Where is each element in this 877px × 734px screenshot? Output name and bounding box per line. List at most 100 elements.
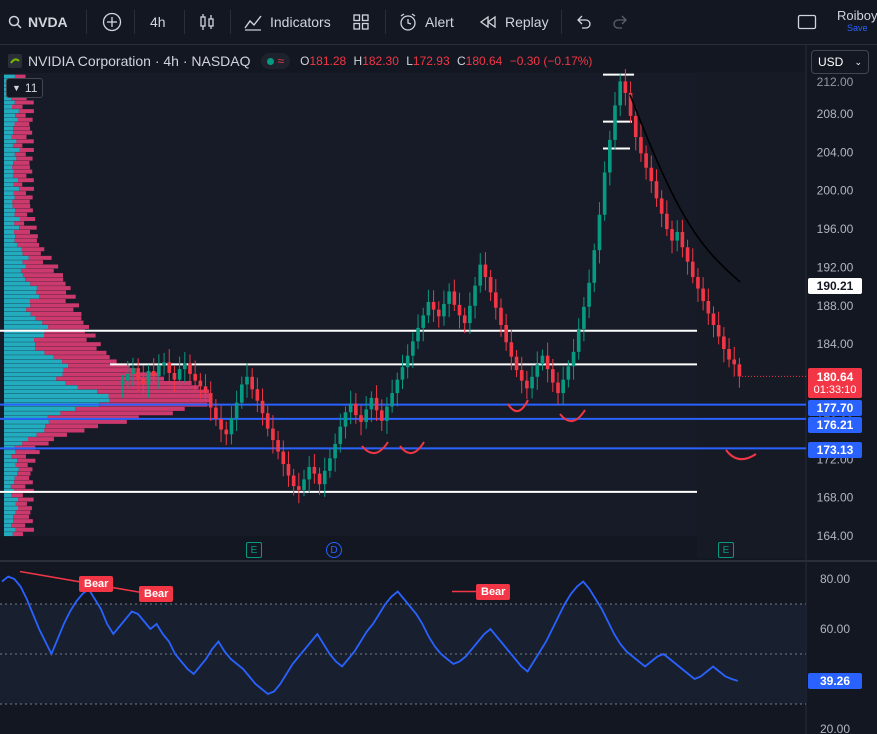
volume-bar-down bbox=[13, 130, 33, 135]
volume-bar-down bbox=[29, 299, 66, 304]
volume-bar-down bbox=[15, 510, 31, 515]
volume-bar-up bbox=[4, 514, 14, 519]
volume-bar-down bbox=[16, 156, 33, 161]
chart-canvas[interactable]: 208.00 204.00 200.00 196.00 192.00 188.00 184.… bbox=[0, 0, 877, 734]
candle-body bbox=[125, 373, 130, 381]
volume-bar-down bbox=[17, 458, 36, 463]
volume-bar-down bbox=[18, 506, 32, 511]
candle-body bbox=[493, 292, 498, 308]
price-tick-label: 168.00 bbox=[817, 491, 854, 505]
candle-body bbox=[395, 379, 400, 394]
volume-bar-up bbox=[4, 428, 45, 433]
candle-body bbox=[219, 418, 223, 430]
candle-body bbox=[120, 380, 125, 385]
volume-bar-up bbox=[4, 450, 16, 455]
candle-body bbox=[690, 261, 695, 278]
candle-body bbox=[405, 355, 410, 368]
candle-body bbox=[644, 153, 648, 168]
candle-body bbox=[613, 105, 617, 140]
candle-body bbox=[141, 378, 146, 385]
ma-price-label: 190.21 bbox=[808, 278, 862, 294]
candle-body bbox=[146, 371, 151, 385]
volume-bar-down bbox=[53, 355, 110, 360]
level2-label: 176.21 bbox=[808, 417, 862, 433]
candle-body bbox=[162, 362, 166, 366]
volume-bar-down bbox=[14, 475, 30, 480]
volume-bar-up bbox=[4, 195, 15, 200]
volume-bar-down bbox=[14, 122, 30, 127]
volume-bar-down bbox=[14, 480, 33, 485]
dividend-marker[interactable]: D bbox=[326, 542, 342, 558]
volume-bar-up bbox=[4, 191, 14, 196]
currency-select[interactable]: USD ⌄ bbox=[811, 50, 869, 74]
volume-bar-up bbox=[4, 229, 15, 234]
indicators-toggle[interactable]: ▼ 11 bbox=[6, 78, 44, 98]
volume-bar-up bbox=[4, 441, 23, 446]
market-status-badge[interactable]: ≈ bbox=[260, 53, 291, 69]
volume-bar-down bbox=[36, 290, 67, 295]
candle-body bbox=[633, 115, 638, 138]
volume-bar-up bbox=[4, 454, 12, 459]
candle-body bbox=[426, 301, 431, 316]
price-tick-label: 196.00 bbox=[817, 222, 854, 236]
candle-body bbox=[519, 370, 524, 381]
volume-bar-down bbox=[18, 467, 33, 472]
volume-bar-up bbox=[4, 178, 19, 183]
volume-bar-up bbox=[4, 510, 16, 515]
volume-bar-down bbox=[25, 264, 59, 269]
volume-bar-down bbox=[17, 117, 33, 122]
volume-bar-up bbox=[4, 182, 14, 187]
candle-body bbox=[680, 231, 685, 248]
rsi-tick-label: 80.00 bbox=[820, 572, 850, 586]
nvidia-logo-icon bbox=[8, 54, 22, 68]
volume-bar-down bbox=[15, 527, 34, 532]
volume-bar-down bbox=[16, 242, 40, 247]
rsi-tick-label: 20.00 bbox=[820, 722, 850, 734]
candle-body bbox=[566, 366, 571, 380]
candle-body bbox=[255, 389, 260, 401]
volume-bar-down bbox=[22, 441, 49, 446]
chevron-down-icon: ⌄ bbox=[854, 56, 862, 67]
candle-body bbox=[468, 305, 472, 324]
volume-bar-up bbox=[4, 286, 37, 291]
bear-divergence-label: Bear bbox=[476, 584, 511, 600]
volume-bar-down bbox=[22, 273, 63, 278]
volume-bar-up bbox=[4, 519, 14, 524]
candle-body bbox=[587, 282, 591, 307]
candle-body bbox=[675, 231, 680, 241]
volume-bar-up bbox=[4, 135, 12, 140]
volume-bar-up bbox=[4, 212, 15, 217]
candle-body bbox=[732, 359, 737, 365]
volume-bar-down bbox=[62, 372, 160, 377]
volume-bar-up bbox=[4, 333, 45, 338]
volume-bar-up bbox=[4, 381, 66, 386]
volume-bar-down bbox=[60, 411, 173, 416]
earnings-marker[interactable]: E bbox=[246, 542, 262, 558]
price-tick-label: 164.00 bbox=[817, 529, 854, 543]
candle-body bbox=[348, 403, 353, 413]
candle-body bbox=[473, 285, 477, 306]
bear-divergence-label: Bear bbox=[139, 586, 174, 602]
earnings-marker[interactable]: E bbox=[718, 542, 734, 558]
volume-bar-down bbox=[12, 173, 27, 178]
candle-body bbox=[359, 415, 363, 422]
volume-bar-up bbox=[4, 160, 14, 165]
candle-body bbox=[701, 288, 705, 302]
volume-bar-up bbox=[4, 419, 49, 424]
candle-body bbox=[416, 327, 420, 342]
volume-bar-up bbox=[4, 372, 63, 377]
volume-bar-down bbox=[13, 182, 23, 187]
candle-body bbox=[545, 355, 550, 370]
volume-bar-down bbox=[19, 186, 34, 191]
candle-body bbox=[696, 277, 700, 289]
candle-body bbox=[385, 406, 389, 421]
candle-body bbox=[400, 367, 405, 380]
candle-body bbox=[665, 213, 669, 230]
volume-bar-down bbox=[12, 532, 23, 537]
volume-bar-up bbox=[4, 199, 13, 204]
volume-bar-down bbox=[42, 320, 84, 325]
candle-body bbox=[649, 167, 654, 182]
volume-bar-down bbox=[18, 109, 34, 114]
volume-bar-up bbox=[4, 109, 19, 114]
candle-body bbox=[478, 264, 483, 286]
